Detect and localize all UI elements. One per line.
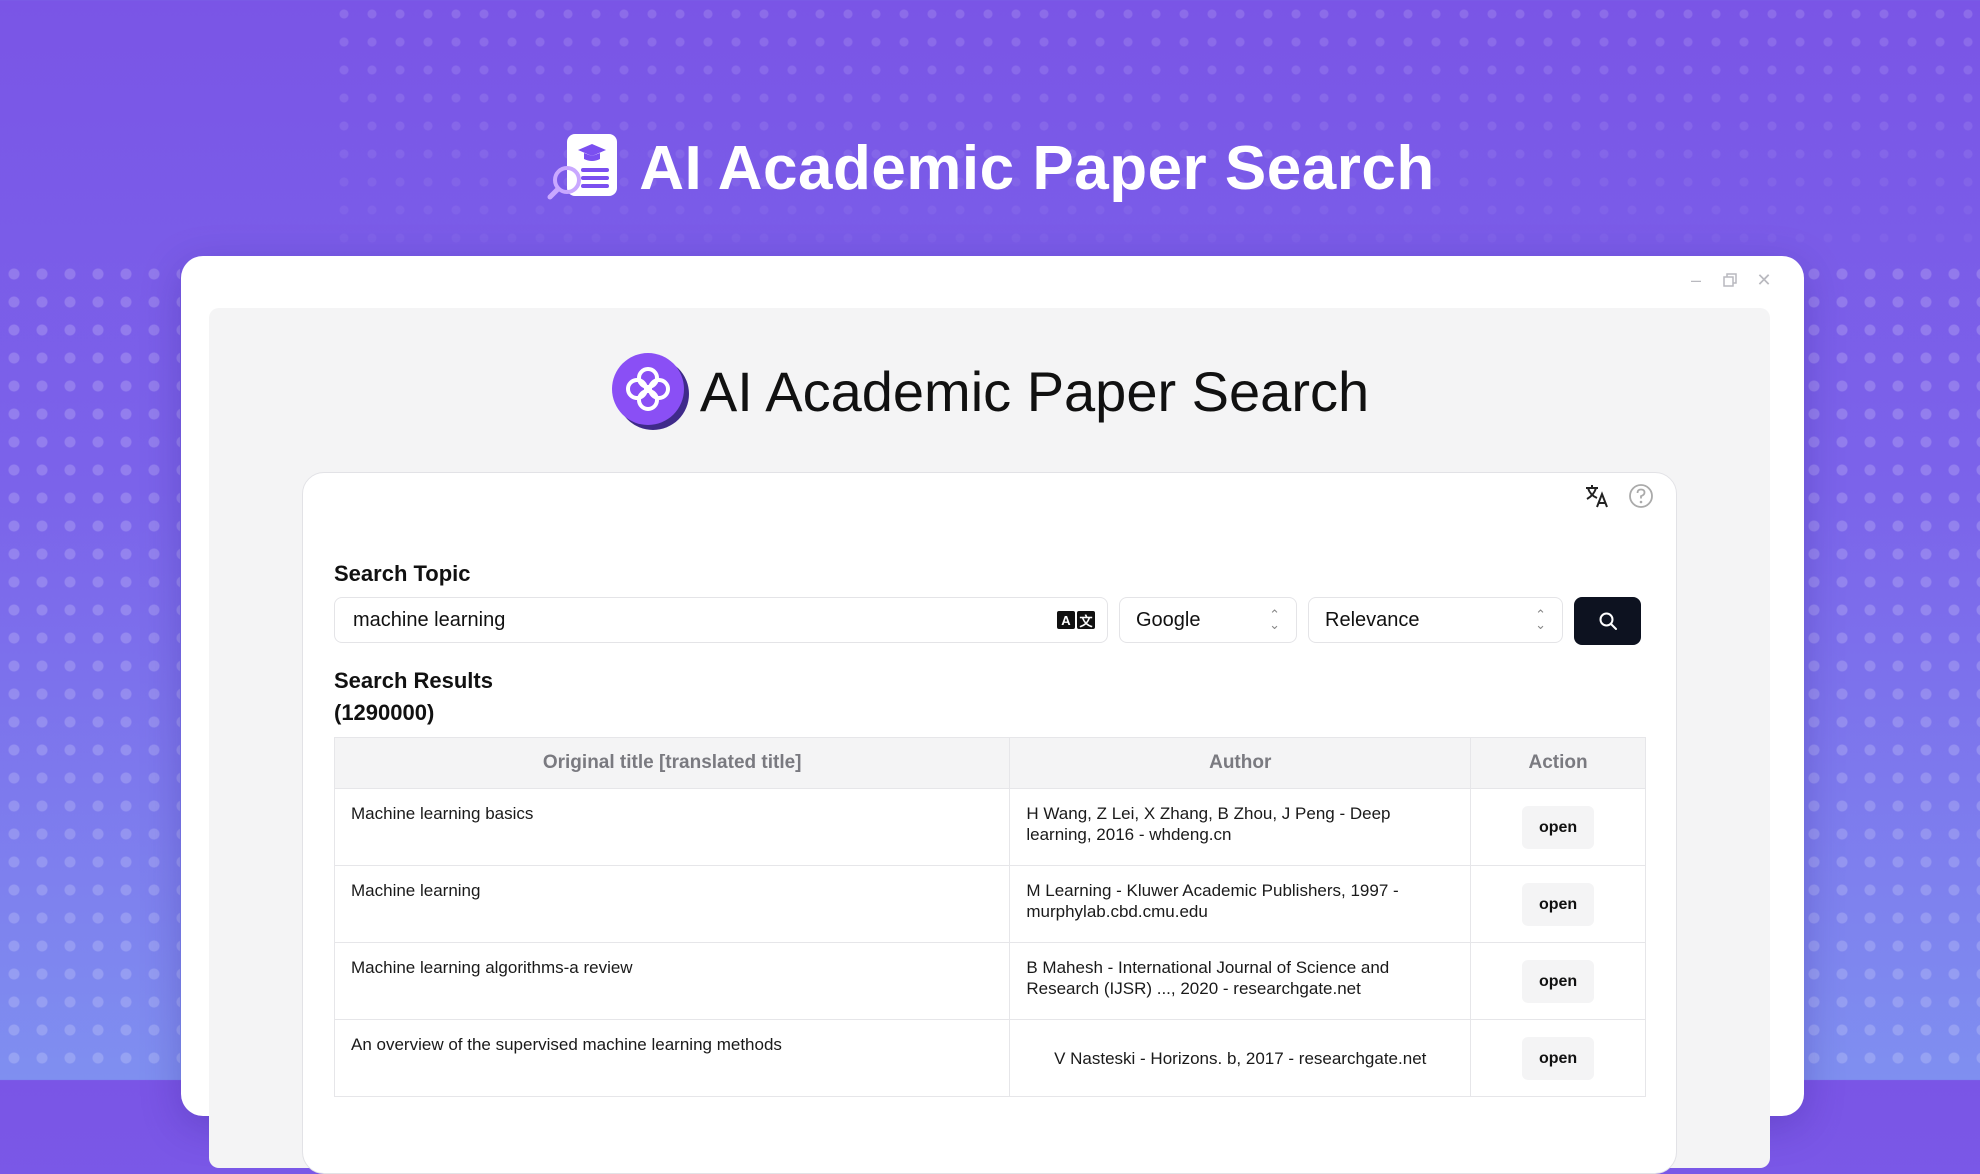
translate-query-button[interactable]: A 文 [1057, 611, 1095, 629]
help-icon[interactable] [1628, 483, 1654, 509]
row-author: V Nasteski - Horizons. b, 2017 - researc… [1009, 1019, 1472, 1097]
results-table: Original title [translated title] Author… [333, 737, 1646, 1097]
search-results-heading: Search Results (1290000) [334, 665, 493, 729]
row-title: Machine learning algorithms-a review [333, 942, 1011, 1020]
column-header-title: Original title [translated title] [333, 737, 1011, 789]
table-row: Machine learning basics H Wang, Z Lei, X… [333, 788, 1646, 866]
table-row: Machine learning M Learning - Kluwer Aca… [333, 865, 1646, 943]
search-input[interactable] [351, 607, 1057, 633]
column-header-action: Action [1470, 737, 1646, 789]
hero-title: AI Academic Paper Search [639, 133, 1435, 203]
search-input-wrapper: A 文 [334, 597, 1108, 643]
table-row: Machine learning algorithms-a review B M… [333, 942, 1646, 1020]
row-title: An overview of the supervised machine le… [333, 1019, 1011, 1097]
app-window: – ✕ AI Academic Paper Search Search Topi… [181, 256, 1804, 1174]
close-icon[interactable]: ✕ [1756, 270, 1772, 290]
chevron-up-down-icon: ⌃ ⌄ [1269, 607, 1280, 632]
open-button[interactable]: open [1521, 805, 1595, 849]
row-action-cell: open [1470, 788, 1646, 866]
window-controls: – ✕ [1688, 270, 1772, 290]
clover-logo-icon [610, 351, 690, 431]
engine-select[interactable]: Google ⌃ ⌄ [1119, 597, 1297, 643]
search-topic-label: Search Topic [334, 561, 471, 586]
row-action-cell: open [1470, 942, 1646, 1020]
sort-select[interactable]: Relevance ⌃ ⌄ [1308, 597, 1563, 643]
search-button[interactable] [1574, 597, 1641, 645]
search-card: Search Topic A 文 Google ⌃⌄ Relevance ⌃⌄ [302, 472, 1677, 1174]
table-header-row: Original title [translated title] Author… [333, 737, 1646, 789]
decorative-dots-right [1800, 260, 1980, 1080]
row-author: H Wang, Z Lei, X Zhang, B Zhou, J Peng -… [1009, 788, 1472, 866]
row-author: M Learning - Kluwer Academic Publishers,… [1009, 865, 1472, 943]
row-action-cell: open [1470, 865, 1646, 943]
search-row: A 文 Google ⌃⌄ Relevance ⌃⌄ [334, 597, 1641, 645]
minimize-icon[interactable]: – [1688, 270, 1704, 290]
search-icon [1599, 612, 1617, 630]
card-tools [1584, 483, 1654, 509]
translate-badge-target: 文 [1077, 611, 1095, 629]
restore-icon[interactable] [1722, 272, 1738, 288]
decorative-dots-left [0, 260, 180, 1080]
row-action-cell: open [1470, 1019, 1646, 1097]
app-header: AI Academic Paper Search [209, 346, 1770, 436]
translate-badge-source: A [1057, 611, 1075, 629]
row-title: Machine learning basics [333, 788, 1011, 866]
sort-select-value: Relevance [1325, 608, 1420, 631]
engine-select-value: Google [1136, 608, 1201, 631]
open-button[interactable]: open [1521, 882, 1595, 926]
open-button[interactable]: open [1521, 1036, 1595, 1080]
search-results-label: Search Results [334, 668, 493, 693]
column-header-author: Author [1009, 737, 1472, 789]
academic-paper-search-icon [545, 128, 625, 208]
row-title: Machine learning [333, 865, 1011, 943]
app-content: AI Academic Paper Search Search Topic ma… [209, 308, 1770, 1174]
app-title: AI Academic Paper Search [699, 359, 1370, 423]
hero-banner: AI Academic Paper Search [0, 128, 1980, 208]
translate-icon[interactable] [1584, 483, 1610, 509]
chevron-up-down-icon: ⌃ ⌄ [1535, 607, 1546, 632]
open-button[interactable]: open [1521, 959, 1595, 1003]
search-results-count: (1290000) [334, 700, 435, 725]
row-author: B Mahesh - International Journal of Scie… [1009, 942, 1472, 1020]
table-row: An overview of the supervised machine le… [333, 1019, 1646, 1097]
